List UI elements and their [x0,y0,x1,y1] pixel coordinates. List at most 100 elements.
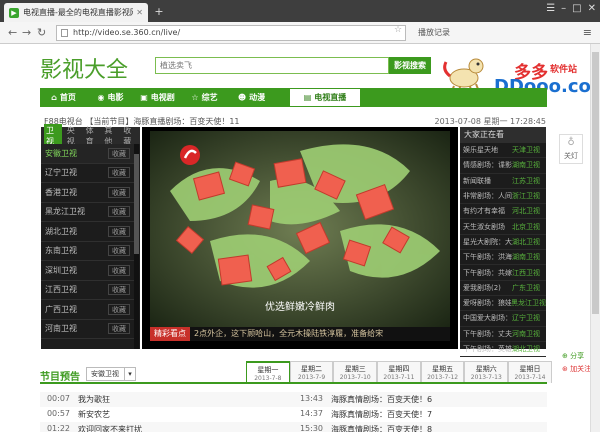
skin-icon[interactable]: ☰ [546,3,555,14]
nav-label: 综艺 [201,93,218,102]
browser-tab[interactable]: ▶ 电视直播-最全的电视直播影视网 ✕ [4,3,148,22]
channel-row[interactable]: 东南卫视 收藏 [41,242,134,261]
popular-channel: 浙江卫视 [512,192,540,201]
popular-row[interactable]: 非常剧场：人间 浙江卫视 [460,189,546,205]
day-tab[interactable]: 星期六 2013-7-13 [464,361,509,383]
day-tab[interactable]: 星期三 2013-7-10 [333,361,378,383]
channel-row[interactable]: 广西卫视 收藏 [41,300,134,320]
nav-item-4[interactable]: ☻ 动漫 [228,88,275,107]
popular-row[interactable]: 中国爱大剧场： 辽宁卫视 [460,311,546,327]
channel-row[interactable]: 河南卫视 收藏 [41,320,134,339]
chevron-down-icon: ▾ [124,368,135,380]
popular-channel: 湖北卫视 [512,345,540,353]
schedule-entry[interactable]: 13:43 海豚真情剧场：百变天使！6 [293,394,546,405]
channel-row[interactable]: 湖北卫视 收藏 [41,222,134,242]
popular-row[interactable]: 娱乐星天地 天津卫视 [460,143,546,159]
day-tab[interactable]: 星期一 2013-7-8 [246,361,290,383]
history-button[interactable]: 播放记录 [418,27,450,38]
video-player[interactable]: 优选鲜嫩冷鲜肉 精彩看点 2点外企，这下顾哈山，全元木操陆铁淳履，准备给宋 [142,127,458,349]
channel-scrollbar[interactable] [134,144,139,349]
channel-row[interactable]: 江西卫视 收藏 [41,281,134,300]
forward-icon[interactable]: → [22,26,31,39]
schedule-program: 海豚真情剧场：百变天使！7 [331,410,433,419]
day-date: 2013-7-11 [383,374,415,381]
scroll-thumb[interactable] [134,154,139,254]
channel-name: 安徽卫视 [45,148,77,158]
favorite-button[interactable]: 收藏 [108,303,130,315]
favorite-button[interactable]: 收藏 [108,206,130,218]
channel-row[interactable]: 香港卫视 收藏 [41,183,134,203]
schedule-row: 00:57 新安农艺 14:37 海豚真情剧场：百变天使！7 [40,407,547,422]
popular-channel: 辽宁卫视 [512,314,540,323]
nav-item-5[interactable]: ▤ 电视直播 [289,88,361,107]
new-tab-icon[interactable]: + [152,6,166,18]
popular-row[interactable]: 下午剧场：英雄 湖北卫视 [460,342,546,358]
nav-item-2[interactable]: ▣ 电视剧 [134,88,181,107]
day-date: 2013-7-10 [339,374,371,381]
schedule-program: 海豚真情剧场：百变天使！6 [331,395,433,404]
nav-item-3[interactable]: ☆ 综艺 [181,88,228,107]
channel-tabs: 卫视 央视 体育 其他 收藏 [41,123,140,148]
popular-row[interactable]: 星光大剧院：大 湖北卫视 [460,235,546,251]
popular-program: 下午剧场：丈夫 [463,329,512,338]
schedule-entry[interactable]: 00:57 新安农艺 [40,409,293,420]
favorite-button[interactable]: 收藏 [108,323,130,335]
follow-button[interactable]: ⊛ 加关注 [562,364,591,374]
schedule-channel-select[interactable]: 安徽卫视 ▾ [86,367,136,381]
favorite-button[interactable]: 收藏 [108,186,130,198]
favorite-button[interactable]: 收藏 [108,147,130,159]
back-icon[interactable]: ← [8,26,17,39]
site-logo[interactable]: 影视大全 [40,52,128,84]
day-tab[interactable]: 星期四 2013-7-11 [377,361,421,383]
nav-item-1[interactable]: ◉ 电影 [87,88,134,107]
favorite-button[interactable]: 收藏 [108,225,130,237]
url-input[interactable]: http://video.se.360.cn/live/ [56,25,406,41]
browser-menu-icon[interactable]: ≡ [583,26,592,39]
search-input[interactable] [155,57,389,74]
page-scroll-thumb[interactable] [592,52,599,314]
popular-row[interactable]: 下午剧场：共嫁 江西卫视 [460,265,546,281]
refresh-icon[interactable]: ↻ [37,26,46,39]
popular-row[interactable]: 下午剧场：丈夫 河南卫视 [460,327,546,342]
bookmark-star-icon[interactable]: ☆ [394,25,402,35]
schedule-entry[interactable]: 00:07 我为歌狂 [40,394,293,405]
schedule-entry[interactable]: 14:37 海豚真情剧场：百变天使！7 [293,409,546,420]
page-scrollbar[interactable] [590,44,600,432]
popular-row[interactable]: 爱我剧场(2) 广东卫视 [460,281,546,296]
station-logo-icon [180,145,200,165]
maximize-icon[interactable]: □ [572,3,581,14]
follow-label: 加关注 [570,365,592,373]
popular-row[interactable]: 爱呀剧场：狼娃 黑龙江卫视 [460,296,546,312]
popular-channel: 湖南卫视 [512,161,540,170]
popular-row[interactable]: 新闻联播 江苏卫视 [460,174,546,189]
popular-row[interactable]: 有约才有幸福 河北卫视 [460,204,546,220]
favorite-button[interactable]: 收藏 [108,245,130,257]
popular-row[interactable]: 下午剧场：洪海 湖南卫视 [460,250,546,266]
share-button[interactable]: ⊕ 分享 [562,351,591,361]
favorite-button[interactable]: 收藏 [108,284,130,296]
close-tab-icon[interactable]: ✕ [136,8,143,17]
now-playing-ticker: F88电视台 【当前节目】海豚直播剧场：百变天使！11 2013-07-08 星… [44,116,546,127]
popular-row[interactable]: 情感剧场：谍影 湖南卫视 [460,158,546,174]
channel-row[interactable]: 深圳卫视 收藏 [41,261,134,281]
search-button[interactable]: 影视搜索 [389,57,431,74]
day-tab[interactable]: 星期二 2013-7-9 [289,361,334,383]
nav-label: 动漫 [249,93,266,102]
channel-row[interactable]: 辽宁卫视 收藏 [41,164,134,183]
schedule-time: 14:37 [299,409,323,418]
channel-row[interactable]: 安徽卫视 收藏 [41,144,134,164]
day-tab[interactable]: 星期五 2013-7-12 [420,361,465,383]
popular-program: 下午剧场：共嫁 [463,268,512,277]
favorite-button[interactable]: 收藏 [108,264,130,276]
close-window-icon[interactable]: ✕ [588,3,596,14]
schedule-entry[interactable]: 01:22 欢迎回家不来打扰 [40,424,293,432]
channel-row[interactable]: 黑龙江卫视 收藏 [41,203,134,222]
lights-off-button[interactable]: ♁ 关灯 [559,134,583,164]
popular-channel: 湖南卫视 [512,253,540,262]
nav-item-0[interactable]: ⌂ 首页 [40,88,87,107]
minimize-icon[interactable]: – [561,3,566,14]
favorite-button[interactable]: 收藏 [108,167,130,179]
day-tab[interactable]: 星期日 2013-7-14 [508,361,552,383]
schedule-entry[interactable]: 15:30 海豚真情剧场：百变天使！8 [293,424,546,432]
popular-row[interactable]: 天生淑女剧场 北京卫视 [460,219,546,235]
